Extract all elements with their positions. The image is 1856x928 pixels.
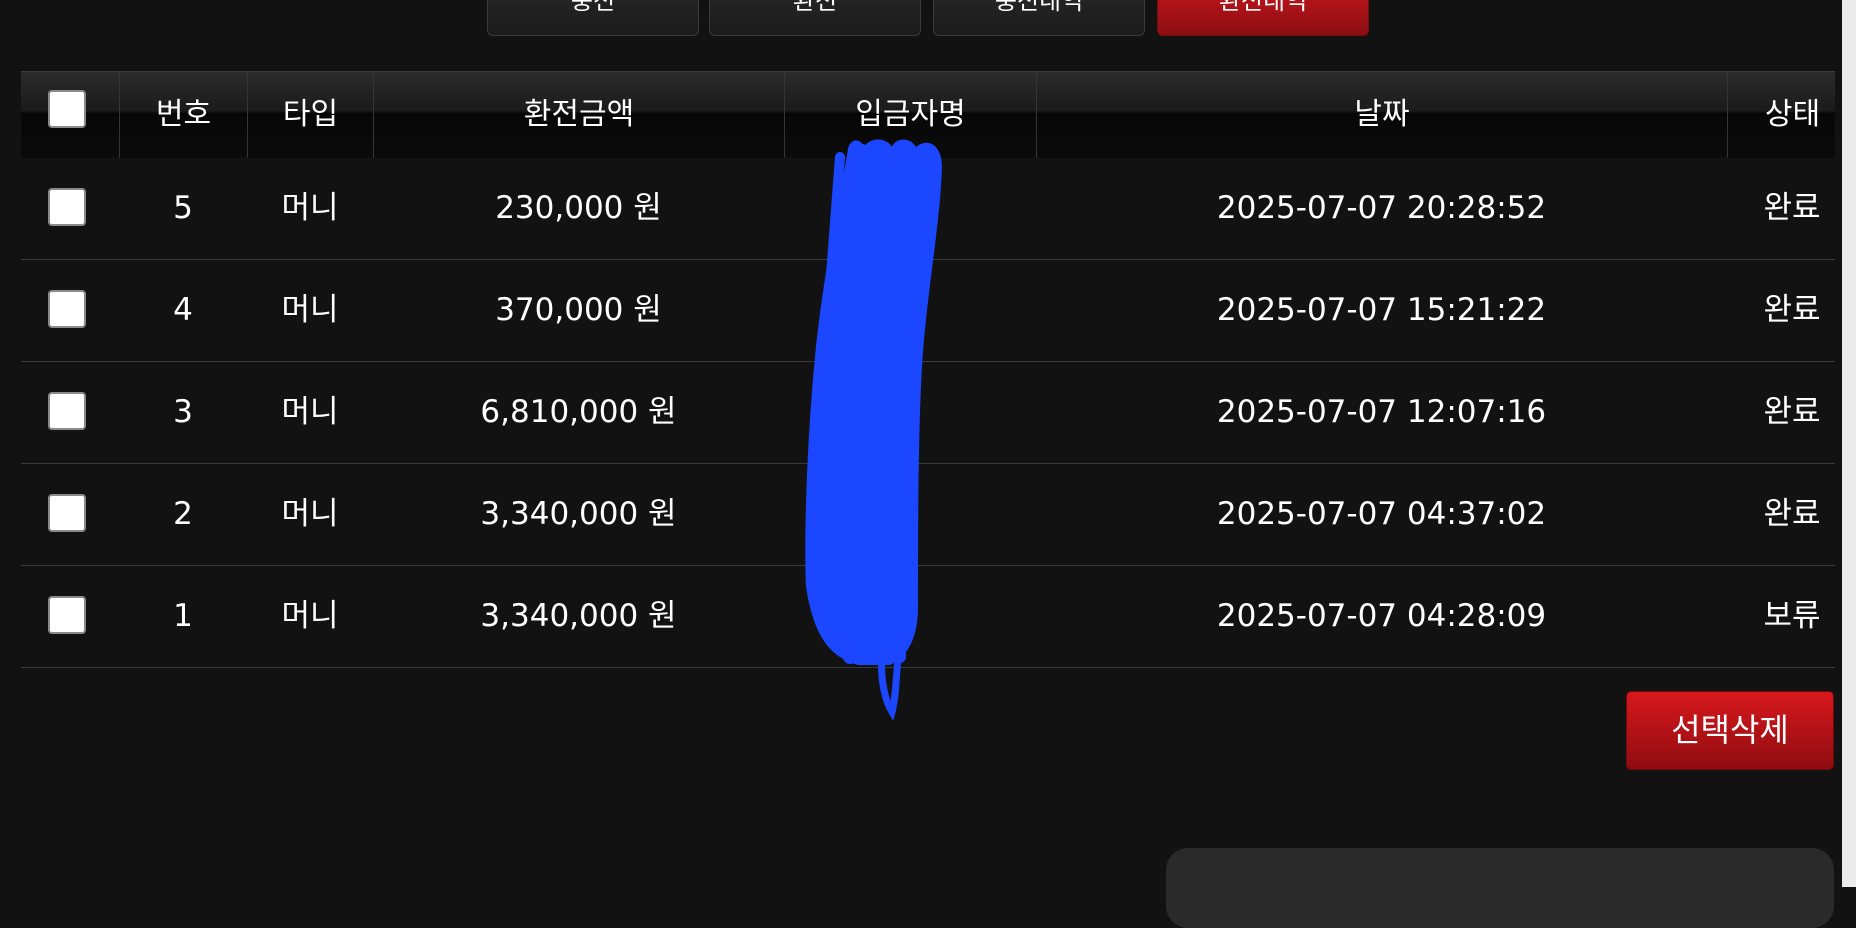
withdraw-history-table: 번호 타입 환전금액 입금자명 날짜 상태 5 머니 230,000 원 202… xyxy=(21,71,1835,668)
row-number: 2 xyxy=(173,496,193,532)
table-row: 1 머니 3,340,000 원 2025-07-07 04:28:09 보류 xyxy=(21,566,1835,668)
row-date: 2025-07-07 12:07:16 xyxy=(1216,394,1547,430)
row-amount: 6,810,000 원 xyxy=(480,394,677,430)
table-header: 번호 타입 환전금액 입금자명 날짜 상태 xyxy=(21,71,1835,158)
row-amount: 3,340,000 원 xyxy=(480,496,677,532)
tab-bar: 충전 환전 충전내역 환전내역 xyxy=(0,0,1856,38)
row-number: 4 xyxy=(173,292,193,328)
row-type: 머니 xyxy=(281,394,339,430)
row-checkbox[interactable] xyxy=(48,494,86,532)
header-date: 날짜 xyxy=(1036,72,1727,158)
tab-withdraw[interactable]: 환전 xyxy=(709,0,921,36)
table-row: 5 머니 230,000 원 2025-07-07 20:28:52 완료 xyxy=(21,158,1835,260)
row-status: 완료 xyxy=(1763,292,1821,328)
row-amount: 230,000 원 xyxy=(495,190,662,226)
header-depositor: 입금자명 xyxy=(784,72,1036,158)
tab-deposit-history[interactable]: 충전내역 xyxy=(933,0,1145,36)
table-row: 3 머니 6,810,000 원 2025-07-07 12:07:16 완료 xyxy=(21,362,1835,464)
scrollbar[interactable] xyxy=(1842,0,1856,887)
table-row: 4 머니 370,000 원 2025-07-07 15:21:22 완료 xyxy=(21,260,1835,362)
table-row: 2 머니 3,340,000 원 2025-07-07 04:37:02 완료 xyxy=(21,464,1835,566)
row-depositor xyxy=(784,260,1036,361)
row-number: 5 xyxy=(173,190,193,226)
bottom-panel xyxy=(1166,848,1834,928)
delete-selected-button[interactable]: 선택삭제 xyxy=(1626,691,1834,770)
select-all-checkbox[interactable] xyxy=(48,90,86,128)
row-checkbox[interactable] xyxy=(48,188,86,226)
row-status: 완료 xyxy=(1763,190,1821,226)
tab-withdraw-history[interactable]: 환전내역 xyxy=(1157,0,1369,36)
row-checkbox[interactable] xyxy=(48,392,86,430)
tab-deposit[interactable]: 충전 xyxy=(487,0,699,36)
row-depositor xyxy=(784,362,1036,463)
row-type: 머니 xyxy=(281,496,339,532)
header-type: 타입 xyxy=(247,72,373,158)
row-date: 2025-07-07 15:21:22 xyxy=(1216,292,1547,328)
row-date: 2025-07-07 04:37:02 xyxy=(1216,496,1547,532)
row-status: 완료 xyxy=(1763,496,1821,532)
row-amount: 370,000 원 xyxy=(495,292,662,328)
row-depositor xyxy=(784,158,1036,259)
header-number: 번호 xyxy=(119,72,247,158)
row-date: 2025-07-07 20:28:52 xyxy=(1216,190,1547,226)
header-amount: 환전금액 xyxy=(373,72,784,158)
row-date: 2025-07-07 04:28:09 xyxy=(1216,598,1547,634)
row-depositor xyxy=(784,464,1036,565)
header-status: 상태 xyxy=(1727,72,1856,158)
row-checkbox[interactable] xyxy=(48,596,86,634)
row-amount: 3,340,000 원 xyxy=(480,598,677,634)
row-type: 머니 xyxy=(281,190,339,226)
row-checkbox[interactable] xyxy=(48,290,86,328)
row-depositor xyxy=(784,566,1036,667)
row-number: 1 xyxy=(173,598,193,634)
row-type: 머니 xyxy=(281,598,339,634)
row-type: 머니 xyxy=(281,292,339,328)
row-number: 3 xyxy=(173,394,193,430)
row-status: 보류 xyxy=(1763,598,1821,634)
row-status: 완료 xyxy=(1763,394,1821,430)
